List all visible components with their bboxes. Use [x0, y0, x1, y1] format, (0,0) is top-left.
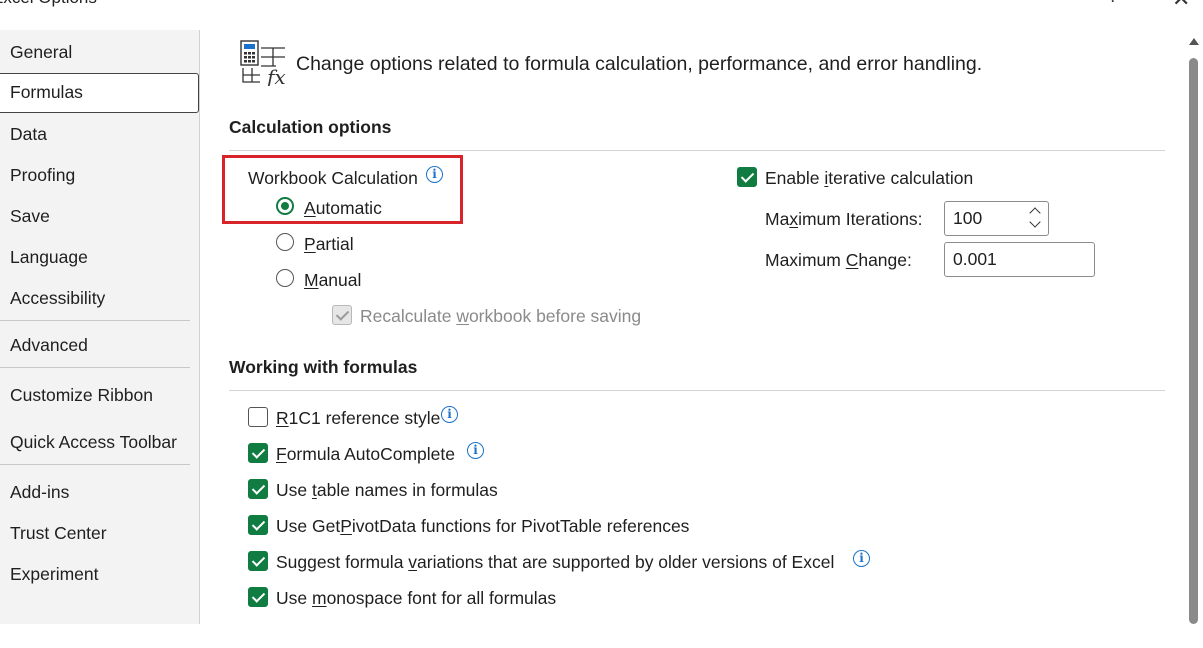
- maximum-iterations-value: 100: [953, 208, 983, 228]
- close-button[interactable]: ✕: [1172, 0, 1190, 10]
- iterative-calculation-label[interactable]: Enable iterative calculation: [765, 168, 973, 189]
- sidebar-item-save[interactable]: Save: [0, 196, 199, 236]
- partial-label[interactable]: Partial: [304, 234, 354, 255]
- sidebar-item-formulas[interactable]: Formulas: [0, 73, 199, 113]
- help-button[interactable]: ?: [1108, 0, 1118, 7]
- info-icon[interactable]: i: [426, 166, 443, 183]
- iterative-calculation-checkbox[interactable]: [737, 167, 757, 187]
- info-icon[interactable]: i: [853, 550, 870, 567]
- sidebar-divider: [0, 464, 190, 465]
- vertical-scrollbar[interactable]: [1185, 30, 1203, 624]
- formula-autocomplete-checkbox[interactable]: [248, 443, 268, 463]
- maximum-change-label: Maximum Change:: [765, 250, 912, 270]
- formula-autocomplete-label[interactable]: Formula AutoComplete: [276, 444, 455, 465]
- r1c1-reference-style-label[interactable]: R1C1 reference style: [276, 408, 440, 429]
- section-divider: [229, 150, 1165, 151]
- spin-buttons[interactable]: [1029, 205, 1042, 232]
- table-names-in-formulas-label[interactable]: Use table names in formulas: [276, 480, 498, 501]
- formula-calculator-icon: fx: [240, 40, 286, 86]
- maximum-iterations-label: Maximum Iterations:: [765, 209, 923, 229]
- section-title-working-with-formulas: Working with formulas: [229, 357, 418, 377]
- sidebar: General Formulas Data Proofing Save Lang…: [0, 30, 200, 624]
- dialog-footer: [0, 624, 1203, 648]
- sidebar-item-add-ins[interactable]: Add-ins: [0, 472, 199, 512]
- info-icon[interactable]: i: [441, 406, 458, 423]
- chevron-down-icon[interactable]: [1029, 216, 1041, 228]
- suggest-formula-variations-label[interactable]: Suggest formula variations that are supp…: [276, 552, 834, 573]
- maximum-change-input[interactable]: 0.001: [944, 242, 1095, 277]
- r1c1-reference-style-checkbox[interactable]: [248, 407, 268, 427]
- workbook-calculation-label: Workbook Calculation: [248, 168, 418, 188]
- automatic-label[interactable]: Automatic: [304, 198, 382, 219]
- info-icon[interactable]: i: [467, 442, 484, 459]
- scroll-up-arrow-icon[interactable]: [1189, 38, 1199, 45]
- window-title: Excel Options: [0, 0, 97, 8]
- sidebar-item-general[interactable]: General: [0, 32, 199, 72]
- table-names-in-formulas-checkbox[interactable]: [248, 479, 268, 499]
- monospace-font-checkbox[interactable]: [248, 587, 268, 607]
- recalculate-before-saving-label: Recalculate workbook before saving: [360, 306, 642, 326]
- partial-radio[interactable]: [276, 233, 294, 251]
- monospace-font-label[interactable]: Use monospace font for all formulas: [276, 588, 556, 609]
- section-title-calculation: Calculation options: [229, 117, 392, 137]
- page-description: Change options related to formula calcul…: [296, 53, 983, 75]
- automatic-radio[interactable]: [276, 197, 294, 215]
- sidebar-item-data[interactable]: Data: [0, 114, 199, 154]
- suggest-formula-variations-checkbox[interactable]: [248, 551, 268, 571]
- sidebar-item-accessibility[interactable]: Accessibility: [0, 278, 199, 318]
- sidebar-item-advanced[interactable]: Advanced: [0, 325, 199, 365]
- getpivotdata-functions-label[interactable]: Use GetPivotData functions for PivotTabl…: [276, 516, 689, 537]
- sidebar-item-proofing[interactable]: Proofing: [0, 155, 199, 195]
- title-bar: Excel Options ? ✕: [0, 0, 1203, 30]
- sidebar-item-customize-ribbon[interactable]: Customize Ribbon: [0, 375, 199, 415]
- sidebar-item-experiment[interactable]: Experiment: [0, 554, 199, 594]
- sidebar-item-trust-center[interactable]: Trust Center: [0, 513, 199, 553]
- sidebar-divider: [0, 367, 190, 368]
- sidebar-divider: [0, 320, 190, 321]
- recalculate-before-saving-checkbox[interactable]: [332, 305, 352, 325]
- getpivotdata-functions-checkbox[interactable]: [248, 515, 268, 535]
- scroll-thumb[interactable]: [1189, 58, 1198, 624]
- maximum-change-value: 0.001: [953, 249, 997, 269]
- section-divider: [229, 390, 1165, 391]
- svg-text:fx: fx: [265, 65, 286, 86]
- manual-label[interactable]: Manual: [304, 270, 361, 291]
- maximum-iterations-stepper[interactable]: 100: [944, 201, 1049, 236]
- options-panel: fx Change options related to formula cal…: [200, 30, 1185, 624]
- sidebar-item-language[interactable]: Language: [0, 237, 199, 277]
- manual-radio[interactable]: [276, 269, 294, 287]
- sidebar-item-quick-access-toolbar[interactable]: Quick Access Toolbar: [0, 422, 199, 462]
